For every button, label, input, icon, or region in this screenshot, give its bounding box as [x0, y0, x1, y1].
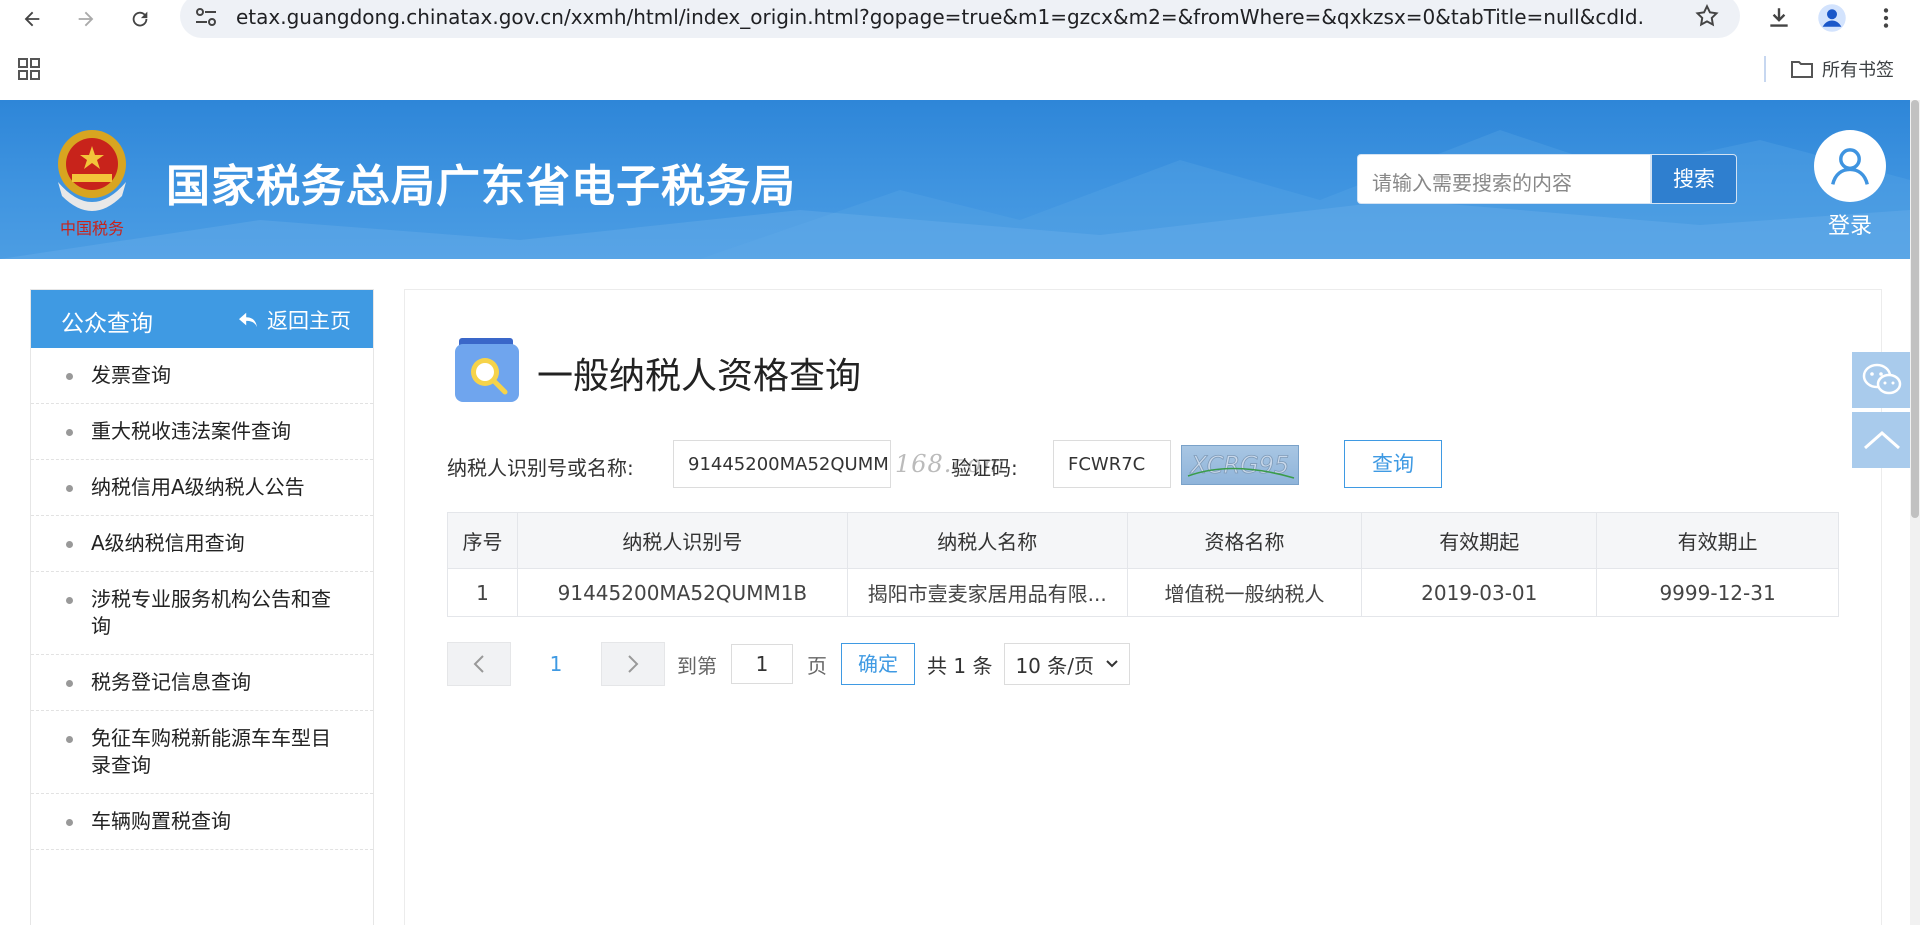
chevron-right-icon — [628, 655, 639, 673]
chevron-left-icon — [473, 655, 484, 673]
cell-valid-from: 2019-03-01 — [1361, 568, 1598, 617]
bookmarks-divider — [1764, 56, 1766, 82]
address-bar[interactable]: etax.guangdong.chinatax.gov.cn/xxmh/html… — [180, 0, 1740, 38]
bookmark-star-icon[interactable] — [1694, 3, 1720, 29]
sidebar-item-invoice-query[interactable]: 发票查询 — [31, 348, 373, 404]
wechat-icon — [1862, 363, 1902, 395]
pagination: 1 到第 1 页 确定 共 1 条 10 条/页 — [447, 642, 1131, 686]
download-icon[interactable] — [1763, 2, 1795, 34]
user-avatar-icon[interactable] — [1814, 130, 1886, 202]
col-header-qualification: 资格名称 — [1126, 512, 1363, 569]
wechat-float-button[interactable] — [1852, 352, 1910, 408]
sidebar-item-a-grade-credit-query[interactable]: A级纳税信用查询 — [31, 516, 373, 572]
page-size-select[interactable]: 10 条/页 — [1004, 643, 1131, 685]
sidebar-item-new-energy-vehicle-catalog[interactable]: 免征车购税新能源车车型目录查询 — [31, 711, 373, 794]
sidebar-item-tax-registration-query[interactable]: 税务登记信息查询 — [31, 655, 373, 711]
cell-taxpayer-name: 揭阳市壹麦家居用品有限... — [846, 568, 1128, 617]
col-header-index: 序号 — [447, 512, 518, 569]
site-title: 国家税务总局广东省电子税务局 — [166, 161, 796, 212]
taxpayer-label: 纳税人识别号或名称: — [447, 456, 634, 480]
profile-icon[interactable] — [1816, 2, 1848, 34]
captcha-label: 验证码: — [951, 456, 1018, 480]
forward-icon[interactable] — [68, 1, 104, 37]
return-arrow-icon — [239, 312, 257, 328]
login-button[interactable]: 登录 — [1812, 130, 1888, 240]
chevron-up-icon — [1864, 430, 1900, 450]
site-search-button[interactable]: 搜索 — [1651, 154, 1737, 204]
result-table: 序号 纳税人识别号 纳税人名称 资格名称 有效期起 有效期止 1 9144520… — [447, 512, 1839, 617]
login-label[interactable]: 登录 — [1828, 214, 1872, 239]
col-header-valid-from: 有效期起 — [1361, 512, 1598, 569]
page-size-value: 10 条/页 — [1015, 653, 1094, 678]
bookmarks-bar: 所有书签 — [0, 50, 1920, 90]
sidebar-item-vehicle-purchase-tax[interactable]: 车辆购置税查询 — [31, 794, 373, 850]
site-search-input[interactable]: 请输入需要搜索的内容 — [1357, 154, 1651, 204]
table-row: 1 91445200MA52QUMM1B 揭阳市壹麦家居用品有限... 增值税一… — [447, 568, 1839, 617]
scrollbar-thumb[interactable] — [1911, 100, 1919, 518]
browser-toolbar: etax.guangdong.chinatax.gov.cn/xxmh/html… — [0, 0, 1920, 38]
cell-qualification: 增值税一般纳税人 — [1126, 568, 1363, 617]
col-header-valid-to: 有效期止 — [1596, 512, 1839, 569]
all-bookmarks-button[interactable]: 所有书签 — [1790, 56, 1894, 82]
prev-page-button[interactable] — [447, 642, 511, 686]
goto-prefix-label: 到第 — [677, 653, 717, 678]
url-text[interactable]: etax.guangdong.chinatax.gov.cn/xxmh/html… — [236, 5, 1646, 29]
sidebar-item-a-grade-announcement[interactable]: 纳税信用A级纳税人公告 — [31, 460, 373, 516]
total-count-text: 共 1 条 — [927, 653, 993, 678]
captcha-input[interactable]: FCWR7C — [1053, 440, 1171, 488]
national-emblem-logo: 中国税务 — [58, 130, 126, 238]
site-header: 中国税务 国家税务总局广东省电子税务局 请输入需要搜索的内容 搜索 登录 — [0, 100, 1910, 259]
public-query-sidebar: 公众查询 返回主页 发票查询 重大税收违法案件查询 纳税信用A级纳税人公告 A级… — [30, 289, 374, 925]
cell-index: 1 — [447, 568, 518, 617]
back-home-label[interactable]: 返回主页 — [267, 305, 351, 335]
goto-confirm-button[interactable]: 确定 — [841, 643, 915, 685]
sidebar-title: 公众查询 — [61, 311, 153, 337]
emblem-caption: 中国税务 — [60, 219, 124, 238]
back-icon[interactable] — [14, 1, 50, 37]
captcha-image-text: XCRG95 — [1189, 451, 1290, 479]
query-button[interactable]: 查询 — [1344, 440, 1442, 488]
folder-icon — [1791, 61, 1813, 78]
goto-page-input[interactable]: 1 — [731, 644, 793, 684]
taxpayer-id-input[interactable]: 91445200MA52QUMM1B — [673, 440, 891, 488]
next-page-button[interactable] — [601, 642, 665, 686]
browser-chrome: etax.guangdong.chinatax.gov.cn/xxmh/html… — [0, 0, 1920, 100]
back-to-top-button[interactable] — [1852, 412, 1910, 468]
current-page-number[interactable]: 1 — [511, 652, 601, 676]
cell-valid-to: 9999-12-31 — [1596, 568, 1839, 617]
sidebar-item-tax-service-agency[interactable]: 涉税专业服务机构公告和查询 — [31, 572, 373, 655]
col-header-taxpayer-id: 纳税人识别号 — [516, 512, 848, 569]
sidebar-item-major-violation-query[interactable]: 重大税收违法案件查询 — [31, 404, 373, 460]
page-scrollbar[interactable] — [1910, 100, 1920, 925]
main-content-panel: 一般纳税人资格查询 纳税人识别号或名称: 91445200MA52QUMM1B … — [404, 289, 1882, 925]
cell-taxpayer-id: 91445200MA52QUMM1B — [516, 568, 848, 617]
site-settings-icon[interactable] — [194, 6, 218, 28]
goto-suffix-label: 页 — [807, 653, 827, 678]
all-bookmarks-label: 所有书签 — [1822, 60, 1894, 81]
table-header-row: 序号 纳税人识别号 纳税人名称 资格名称 有效期起 有效期止 — [447, 512, 1839, 569]
captcha-image[interactable]: XCRG95 — [1181, 445, 1299, 485]
sidebar-header: 公众查询 返回主页 — [31, 290, 373, 348]
col-header-taxpayer-name: 纳税人名称 — [846, 512, 1128, 569]
chevron-down-icon — [1106, 660, 1119, 668]
back-home-link[interactable]: 返回主页 — [237, 305, 351, 335]
reload-icon[interactable] — [122, 1, 158, 37]
apps-grid-icon[interactable] — [18, 58, 40, 80]
menu-kebab-icon[interactable] — [1870, 2, 1902, 34]
web-page: 中国税务 国家税务总局广东省电子税务局 请输入需要搜索的内容 搜索 登录 公众查… — [0, 100, 1910, 925]
page-title: 一般纳税人资格查询 — [537, 356, 862, 397]
query-search-icon — [455, 338, 519, 402]
